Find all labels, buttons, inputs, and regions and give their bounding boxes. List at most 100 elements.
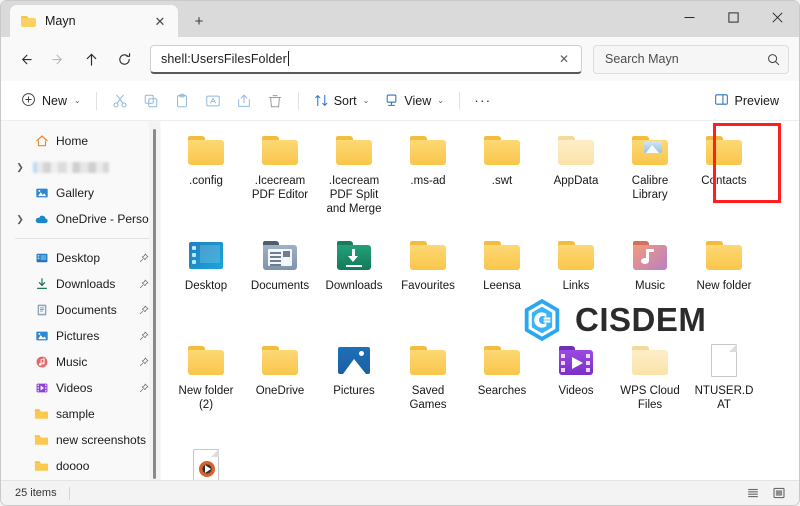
chevron-right-icon[interactable]: ❯ (13, 162, 27, 173)
file-item[interactable]: Pictures (317, 337, 391, 442)
clear-address-icon[interactable]: ✕ (553, 48, 575, 70)
file-item[interactable]: Videos (539, 337, 613, 442)
chevron-right-icon[interactable]: ❯ (13, 214, 27, 225)
file-name: .config (189, 175, 223, 187)
preview-toggle-button[interactable]: Preview (706, 87, 787, 115)
file-item[interactable]: OneDrive (243, 337, 317, 442)
videos-folder-icon (554, 343, 598, 379)
videos-icon (33, 381, 50, 395)
file-name: AppData (553, 175, 599, 187)
view-label: View (404, 93, 432, 108)
file-list-pane[interactable]: .config .Icecream PDF Editor .Icecream P… (161, 121, 799, 480)
pin-icon[interactable] (139, 253, 149, 263)
tab-mayn[interactable]: Mayn ✕ (10, 5, 178, 37)
back-button[interactable] (9, 44, 41, 74)
close-button[interactable] (755, 1, 799, 34)
view-button[interactable]: View ⌄ (377, 87, 451, 115)
search-input[interactable]: Search Mayn (593, 44, 789, 74)
file-name: NTUSER.DAT (694, 385, 754, 411)
file-item[interactable]: .Icecream PDF Editor (243, 127, 317, 232)
sidebar-item-downloads[interactable]: Downloads (7, 271, 153, 297)
refresh-button[interactable] (108, 44, 140, 74)
folder-icon (184, 133, 228, 169)
chevron-down-icon: ⌄ (362, 96, 370, 105)
more-options-button[interactable]: ··· (468, 87, 498, 115)
command-bar: New ⌄ Sort ⌄ View ⌄ ··· Preview (1, 81, 799, 121)
file-item[interactable]: New folder (2) (169, 337, 243, 442)
file-item[interactable]: Favourites (391, 232, 465, 337)
file-item[interactable]: WPS Cloud Files (613, 337, 687, 442)
sidebar-item-gallery[interactable]: Gallery (7, 180, 153, 206)
paste-icon[interactable] (167, 87, 197, 115)
new-tab-button[interactable]: + (185, 7, 213, 35)
item-count-label: 25 items (15, 487, 57, 499)
pin-icon[interactable] (139, 331, 149, 341)
view-icon (384, 93, 399, 108)
folder-icon (33, 433, 50, 447)
pin-icon[interactable] (139, 305, 149, 315)
copy-icon[interactable] (136, 87, 166, 115)
sidebar-item-desktop[interactable]: Desktop (7, 245, 153, 271)
file-item[interactable]: NTUSER.DAT (687, 337, 761, 442)
sidebar-item-documents[interactable]: Documents (7, 297, 153, 323)
cut-icon[interactable] (105, 87, 135, 115)
file-item-documents[interactable]: Documents (243, 232, 317, 337)
gallery-icon (33, 186, 50, 200)
share-icon[interactable] (229, 87, 259, 115)
tiles-view-icon[interactable] (769, 484, 789, 502)
folder-icon (628, 133, 672, 169)
file-item[interactable]: .config (169, 127, 243, 232)
file-item[interactable]: .ms-ad (391, 127, 465, 232)
sort-button[interactable]: Sort ⌄ (307, 87, 377, 115)
file-name: Leensa (483, 280, 521, 292)
sidebar-item-new-screenshots[interactable]: new screenshots wind (7, 427, 153, 453)
minimize-button[interactable] (667, 1, 711, 34)
file-name: OneDrive (255, 385, 305, 397)
pin-icon[interactable] (139, 383, 149, 393)
address-input[interactable]: shell:UsersFilesFolder ✕ (150, 44, 582, 74)
sidebar-item-videos[interactable]: Videos (7, 375, 153, 401)
sidebar-item-doooo[interactable]: doooo (7, 453, 153, 479)
sidebar-scrollbar-thumb[interactable] (153, 129, 156, 479)
rename-icon[interactable] (198, 87, 228, 115)
sidebar-item-onedrive[interactable]: ❯ OneDrive - Personal (7, 206, 153, 232)
file-item[interactable]: Saved Games (391, 337, 465, 442)
file-item[interactable]: Contacts (687, 127, 761, 232)
sidebar-item-product-upgrade[interactable]: product upgrade (7, 479, 153, 480)
downloads-folder-icon (332, 238, 376, 274)
sidebar-item-sample[interactable]: sample (7, 401, 153, 427)
sidebar-item-pictures[interactable]: Pictures (7, 323, 153, 349)
file-name: Links (562, 280, 590, 292)
close-tab-icon[interactable]: ✕ (150, 11, 170, 31)
sidebar-item-label: doooo (56, 459, 90, 473)
file-item[interactable]: Downloads (317, 232, 391, 337)
toolbar-divider (95, 91, 97, 110)
file-name: Pictures (333, 385, 375, 397)
file-item[interactable]: .swt (465, 127, 539, 232)
file-item[interactable]: read-only-audio.mp4 (169, 442, 243, 480)
tab-title: Mayn (45, 14, 76, 28)
sidebar-item-music[interactable]: Music (7, 349, 153, 375)
file-item[interactable]: Searches (465, 337, 539, 442)
pin-icon[interactable] (139, 357, 149, 367)
file-item[interactable]: Calibre Library (613, 127, 687, 232)
pin-icon[interactable] (139, 279, 149, 289)
maximize-button[interactable] (711, 1, 755, 34)
file-name: Documents (250, 280, 310, 292)
preview-pane-icon (714, 92, 729, 110)
file-item[interactable]: AppData (539, 127, 613, 232)
sidebar-item-label: new screenshots wind (56, 433, 153, 447)
sidebar-item-account[interactable]: ❯ (7, 154, 153, 180)
sidebar-item-home[interactable]: Home (7, 128, 153, 154)
title-bar: Mayn ✕ + (1, 1, 799, 37)
up-button[interactable] (75, 44, 107, 74)
file-name: .ms-ad (410, 175, 446, 187)
list-view-icon[interactable] (743, 484, 763, 502)
forward-button[interactable] (42, 44, 74, 74)
file-name: New folder (2) (178, 385, 234, 411)
file-item[interactable]: Desktop (169, 232, 243, 337)
new-button[interactable]: New ⌄ (15, 87, 88, 115)
delete-icon[interactable] (260, 87, 290, 115)
file-item[interactable]: .Icecream PDF Split and Merge (317, 127, 391, 232)
music-folder-icon (628, 238, 672, 274)
